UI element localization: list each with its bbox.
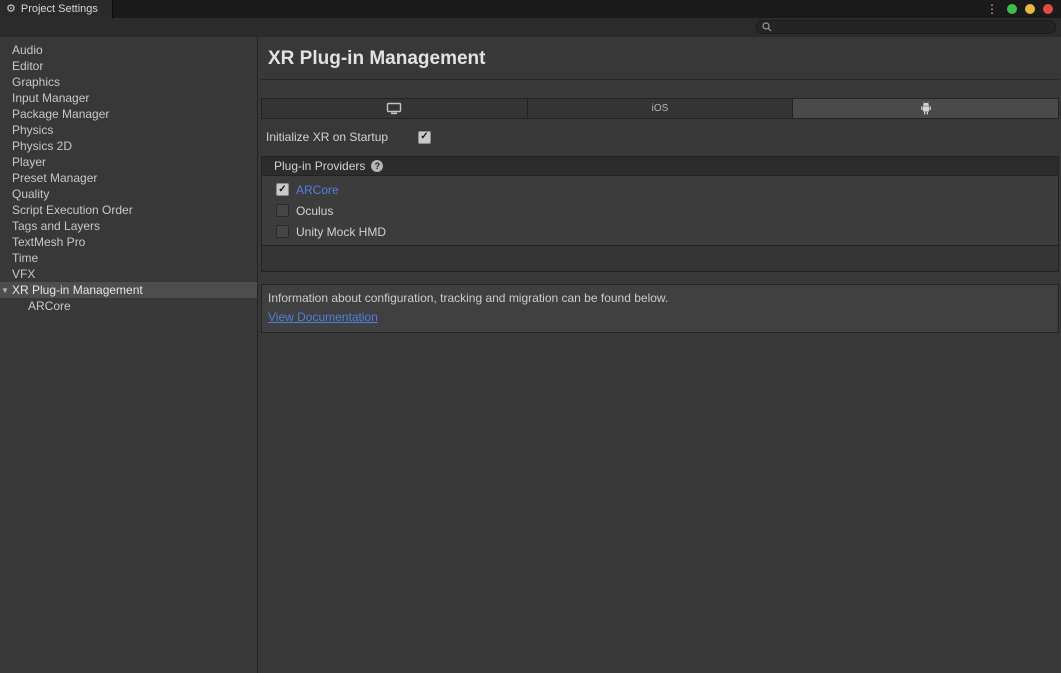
- provider-list: ✓ ARCore Oculus Unity Mock HMD: [262, 175, 1058, 246]
- sidebar-item-label: Time: [12, 251, 38, 265]
- info-text: Information about configuration, trackin…: [268, 291, 1058, 305]
- window-body: Audio Editor Graphics Input Manager Package …: [0, 37, 1061, 673]
- provider-label[interactable]: ARCore: [296, 183, 339, 197]
- sidebar-item-label: Script Execution Order: [12, 203, 133, 217]
- initialize-xr-label: Initialize XR on Startup: [266, 130, 418, 144]
- sidebar-item-physics-2d[interactable]: Physics 2D: [0, 138, 257, 154]
- initialize-xr-checkbox[interactable]: ✓: [418, 131, 431, 144]
- provider-label[interactable]: Oculus: [296, 204, 333, 218]
- view-documentation-link[interactable]: View Documentation: [268, 310, 378, 324]
- sidebar-item-package-manager[interactable]: Package Manager: [0, 106, 257, 122]
- sidebar-item-label: Quality: [12, 187, 49, 201]
- provider-label[interactable]: Unity Mock HMD: [296, 225, 386, 239]
- sidebar-item-label: ARCore: [28, 299, 71, 313]
- search-field[interactable]: [756, 20, 1056, 34]
- sidebar-item-label: Physics 2D: [12, 139, 72, 153]
- initialize-xr-row: Initialize XR on Startup ✓: [266, 129, 1059, 145]
- sidebar-item-editor[interactable]: Editor: [0, 58, 257, 74]
- page-title: XR Plug-in Management: [268, 48, 1059, 70]
- window-title: Project Settings: [21, 3, 98, 15]
- plugin-providers-header: Plug-in Providers ?: [262, 157, 1058, 175]
- search-icon: [762, 22, 772, 32]
- sidebar-item-label: Package Manager: [12, 107, 109, 121]
- android-icon: [920, 102, 932, 115]
- gear-icon: ⚙: [6, 4, 16, 15]
- window-control-green[interactable]: [1007, 4, 1017, 14]
- help-icon[interactable]: ?: [371, 160, 383, 172]
- title-divider: [261, 79, 1059, 80]
- sidebar-item-label: VFX: [12, 267, 35, 281]
- sidebar-item-tags-and-layers[interactable]: Tags and Layers: [0, 218, 257, 234]
- desktop-icon: [386, 102, 402, 115]
- sidebar-item-player[interactable]: Player: [0, 154, 257, 170]
- sidebar-item-label: XR Plug-in Management: [12, 283, 143, 297]
- sidebar-item-label: Tags and Layers: [12, 219, 100, 233]
- sidebar-item-label: Player: [12, 155, 46, 169]
- platform-tabstrip: iOS: [261, 98, 1059, 119]
- sidebar-item-textmesh-pro[interactable]: TextMesh Pro: [0, 234, 257, 250]
- provider-row-oculus: Oculus: [262, 200, 1058, 221]
- kebab-menu-icon[interactable]: ⋮: [986, 3, 998, 15]
- titlebar: ⚙ Project Settings ⋮: [0, 0, 1061, 18]
- sidebar-item-time[interactable]: Time: [0, 250, 257, 266]
- settings-sidebar: Audio Editor Graphics Input Manager Package …: [0, 37, 258, 673]
- providers-footer: [262, 246, 1058, 271]
- sidebar-item-physics[interactable]: Physics: [0, 122, 257, 138]
- tab-ios[interactable]: iOS: [528, 99, 793, 118]
- plugin-providers-section: Plug-in Providers ? ✓ ARCore Oculus Unity M…: [261, 156, 1059, 272]
- search-input[interactable]: [776, 21, 1055, 33]
- plugin-providers-title: Plug-in Providers: [274, 159, 365, 173]
- info-box: Information about configuration, trackin…: [261, 284, 1059, 333]
- sidebar-item-label: Audio: [12, 43, 43, 57]
- provider-row-unity-mock-hmd: Unity Mock HMD: [262, 221, 1058, 242]
- sidebar-item-script-execution-order[interactable]: Script Execution Order: [0, 202, 257, 218]
- sidebar-item-label: Preset Manager: [12, 171, 97, 185]
- provider-row-arcore: ✓ ARCore: [262, 179, 1058, 200]
- sidebar-list: Audio Editor Graphics Input Manager Package …: [0, 42, 257, 314]
- sidebar-item-label: Physics: [12, 123, 53, 137]
- window-control-yellow[interactable]: [1025, 4, 1035, 14]
- search-row: [0, 18, 1061, 37]
- sidebar-item-quality[interactable]: Quality: [0, 186, 257, 202]
- window-tab-project-settings[interactable]: ⚙ Project Settings: [0, 0, 113, 18]
- tab-android[interactable]: [793, 99, 1058, 118]
- tab-desktop[interactable]: [262, 99, 527, 118]
- sidebar-item-label: Editor: [12, 59, 43, 73]
- window-control-red[interactable]: [1043, 4, 1053, 14]
- provider-checkbox-oculus[interactable]: [276, 204, 289, 217]
- sidebar-item-input-manager[interactable]: Input Manager: [0, 90, 257, 106]
- main-panel: XR Plug-in Management iOS: [258, 37, 1061, 673]
- project-settings-window: ⚙ Project Settings ⋮ Audio Editor Graphics…: [0, 0, 1061, 673]
- provider-checkbox-arcore[interactable]: ✓: [276, 183, 289, 196]
- sidebar-item-vfx[interactable]: VFX: [0, 266, 257, 282]
- sidebar-item-label: Graphics: [12, 75, 60, 89]
- sidebar-item-xr-plug-in-management[interactable]: ▼XR Plug-in Management: [0, 282, 257, 298]
- sidebar-item-label: Input Manager: [12, 91, 89, 105]
- provider-checkbox-unity-mock-hmd[interactable]: [276, 225, 289, 238]
- sidebar-item-arcore[interactable]: ARCore: [0, 298, 257, 314]
- sidebar-item-audio[interactable]: Audio: [0, 42, 257, 58]
- tab-ios-label: iOS: [652, 103, 669, 114]
- sidebar-item-preset-manager[interactable]: Preset Manager: [0, 170, 257, 186]
- sidebar-item-label: TextMesh Pro: [12, 235, 85, 249]
- sidebar-item-graphics[interactable]: Graphics: [0, 74, 257, 90]
- expand-triangle-icon[interactable]: ▼: [1, 283, 9, 299]
